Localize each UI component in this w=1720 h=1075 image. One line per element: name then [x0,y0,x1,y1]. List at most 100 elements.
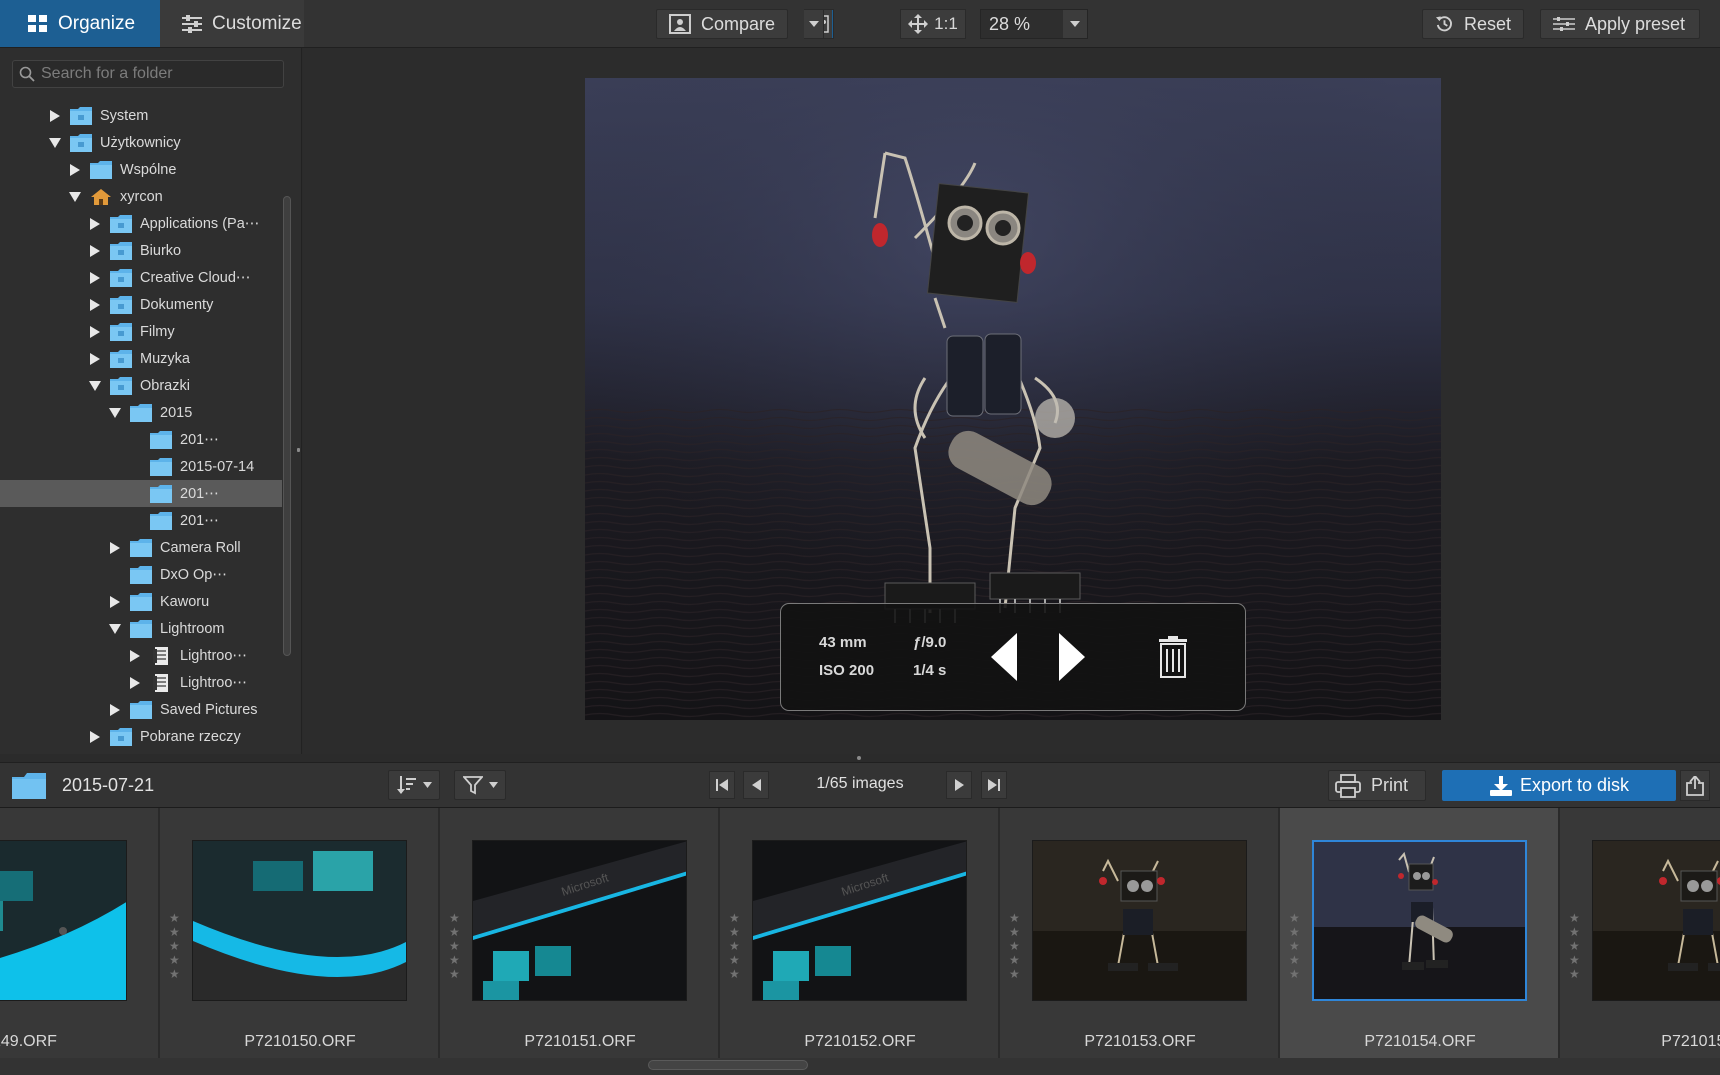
search-input[interactable] [41,65,281,83]
expand-arrow-icon[interactable] [88,217,102,231]
tab-organize[interactable]: Organize [0,0,160,47]
collapse-arrow-icon[interactable] [48,136,62,150]
star-icon[interactable]: ★ [1289,940,1300,952]
collapse-arrow-icon[interactable] [108,406,122,420]
star-icon[interactable]: ★ [1009,940,1020,952]
star-icon[interactable]: ★ [1009,912,1020,924]
star-icon[interactable]: ★ [1569,968,1580,980]
next-button[interactable] [946,771,972,799]
star-icon[interactable]: ★ [1289,954,1300,966]
expand-arrow-icon[interactable] [88,298,102,312]
expand-arrow-icon[interactable] [108,595,122,609]
tree-item[interactable]: Biurko [0,237,282,264]
thumbnail-image[interactable] [0,840,127,1001]
star-icon[interactable]: ★ [1009,954,1020,966]
tree-item[interactable]: Lightroo⋯ [0,669,282,696]
tree-item[interactable]: xyrcon [0,183,282,210]
thumbnail-image[interactable] [1312,840,1527,1001]
expand-arrow-icon[interactable] [88,271,102,285]
star-icon[interactable]: ★ [169,940,180,952]
star-icon[interactable]: ★ [729,912,740,924]
collapse-arrow-icon[interactable] [108,622,122,636]
tree-item[interactable]: 2015-07-14 [0,453,282,480]
expand-arrow-icon[interactable] [128,676,142,690]
expand-arrow-icon[interactable] [108,703,122,717]
thumbnail-image[interactable]: Microsoft [472,840,687,1001]
tree-item[interactable]: Kaworu [0,588,282,615]
compare-button[interactable]: Compare [656,9,788,39]
tree-item[interactable]: Użytkownicy [0,129,282,156]
tree-item[interactable]: DxO Op⋯ [0,561,282,588]
expand-arrow-icon[interactable] [88,244,102,258]
first-image-button[interactable] [709,771,735,799]
star-icon[interactable]: ★ [449,912,460,924]
star-icon[interactable]: ★ [1289,926,1300,938]
apply-preset-button[interactable]: Apply preset [1540,9,1700,39]
star-icon[interactable]: ★ [729,954,740,966]
star-icon[interactable]: ★ [1009,926,1020,938]
star-icon[interactable]: ★ [1289,968,1300,980]
filmstrip-thumbnail[interactable]: ★ ★ ★ ★ ★ P7210150.ORF [160,808,440,1058]
filmstrip-thumbnail[interactable]: ★★★★★0149.ORF [0,808,160,1058]
star-rating[interactable]: ★ ★ ★ ★ ★ [1289,912,1300,980]
collapse-arrow-icon[interactable] [88,379,102,393]
star-icon[interactable]: ★ [169,912,180,924]
share-button[interactable] [1680,770,1710,801]
tree-item[interactable]: 2015 [0,399,282,426]
thumbnail-image[interactable] [1032,840,1247,1001]
tree-item[interactable]: Applications (Pa⋯ [0,210,282,237]
tree-item[interactable]: System [0,102,282,129]
tree-item[interactable]: Pobrane rzeczy [0,723,282,750]
star-icon[interactable]: ★ [169,954,180,966]
expand-arrow-icon[interactable] [108,541,122,555]
star-icon[interactable]: ★ [729,968,740,980]
zoom-select[interactable]: 28 % [980,9,1088,39]
tree-item[interactable]: 201⋯ [0,480,282,507]
tree-item[interactable]: Obrazki [0,372,282,399]
trash-icon[interactable] [1157,636,1189,678]
star-rating[interactable]: ★ ★ ★ ★ ★ [1009,912,1020,980]
tree-item[interactable]: Dokumenty [0,291,282,318]
expand-arrow-icon[interactable] [88,325,102,339]
tree-item[interactable]: Lightroo⋯ [0,642,282,669]
expand-arrow-icon[interactable] [128,649,142,663]
tree-item[interactable]: Filmy [0,318,282,345]
star-icon[interactable]: ★ [729,940,740,952]
tab-customize[interactable]: Customize [160,0,304,47]
previous-button[interactable] [743,771,769,799]
folder-tree-scrollbar[interactable] [283,196,291,656]
thumbnail-image[interactable] [1592,840,1720,1001]
expand-arrow-icon[interactable] [88,730,102,744]
zoom-dropdown-arrow[interactable] [1063,10,1087,38]
export-to-disk-button[interactable]: Export to disk [1442,770,1676,801]
thumbnail-image[interactable]: Microsoft [752,840,967,1001]
star-icon[interactable]: ★ [1009,968,1020,980]
tree-item[interactable]: Saved Pictures [0,696,282,723]
last-image-button[interactable] [981,771,1007,799]
filmstrip-thumbnail[interactable]: ★ ★ ★ ★ ★ P7210155. [1560,808,1720,1058]
filmstrip-scrollbar[interactable] [648,1060,808,1070]
filmstrip-thumbnail[interactable]: ★ ★ ★ ★ ★ P7210154.ORF [1280,808,1560,1058]
star-icon[interactable]: ★ [449,926,460,938]
star-rating[interactable]: ★ ★ ★ ★ ★ [169,912,180,980]
print-button[interactable]: Print [1328,770,1426,801]
star-rating[interactable]: ★ ★ ★ ★ ★ [729,912,740,980]
tree-item[interactable]: Muzyka [0,345,282,372]
star-icon[interactable]: ★ [1569,954,1580,966]
filmstrip-thumbnail[interactable]: Microsoft ★ ★ ★ ★ ★ P7210151.ORF [440,808,720,1058]
collapse-arrow-icon[interactable] [68,190,82,204]
star-icon[interactable]: ★ [169,926,180,938]
tree-item[interactable]: Creative Cloud⋯ [0,264,282,291]
previous-image-icon[interactable] [991,633,1017,681]
star-icon[interactable]: ★ [1289,912,1300,924]
star-rating[interactable]: ★ ★ ★ ★ ★ [449,912,460,980]
next-image-icon[interactable] [1059,633,1085,681]
star-icon[interactable]: ★ [449,968,460,980]
expand-arrow-icon[interactable] [48,109,62,123]
thumbnail-image[interactable] [192,840,407,1001]
filter-button[interactable] [454,770,506,800]
expand-arrow-icon[interactable] [88,352,102,366]
filmstrip-thumbnail[interactable]: ★ ★ ★ ★ ★ P7210153.ORF [1000,808,1280,1058]
filmstrip-thumbnail[interactable]: Microsoft ★ ★ ★ ★ ★ P7210152.ORF [720,808,1000,1058]
viewer-splitter[interactable] [857,756,861,760]
